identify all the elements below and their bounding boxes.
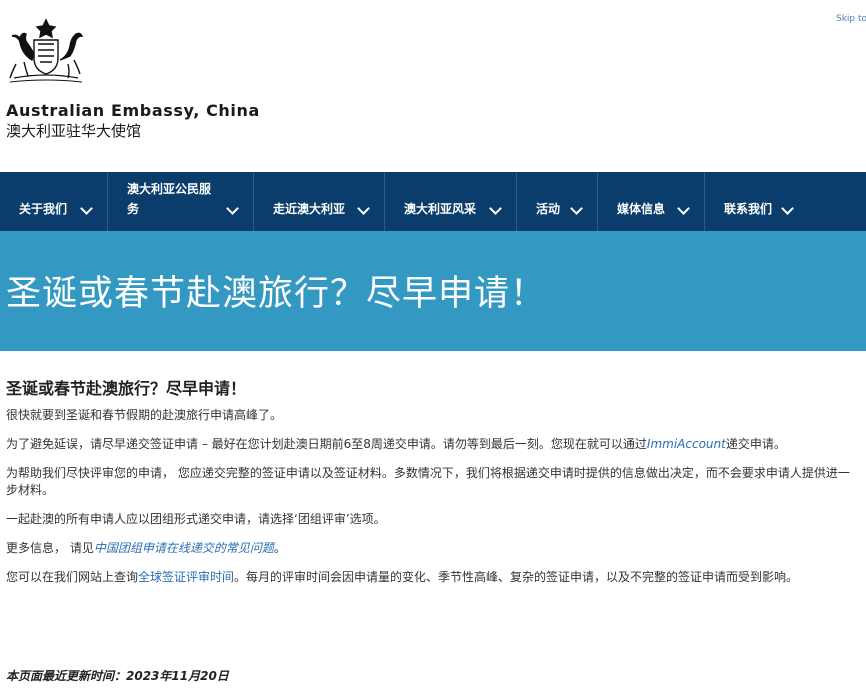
site-name[interactable]: Australian Embassy, China 澳大利亚驻华大使馆 xyxy=(6,101,260,141)
processing-times-link[interactable]: 全球签证评审时间 xyxy=(138,570,234,584)
nav-item-about-us[interactable]: 关于我们 xyxy=(0,172,108,231)
chevron-down-icon xyxy=(357,202,370,215)
immiaccount-link[interactable]: ImmiAccount xyxy=(647,437,726,451)
nav-item-media[interactable]: 媒体信息 xyxy=(598,172,705,231)
paragraph-text: 更多信息， 请见 xyxy=(6,541,94,555)
group-faq-link[interactable]: 中国团组申请在线递交的常见问题 xyxy=(94,541,274,555)
nav-item-contact-us[interactable]: 联系我们 xyxy=(705,172,808,231)
paragraph-text: 您可以在我们网站上查询 xyxy=(6,570,139,584)
chevron-down-icon xyxy=(781,202,794,215)
nav-item-australia-style[interactable]: 澳大利亚风采 xyxy=(385,172,517,231)
article-heading: 圣诞或春节赴澳旅行？尽早申请！ xyxy=(6,379,247,398)
nav-item-label: 联系我们 xyxy=(724,202,773,216)
nav-item-label: 澳大利亚风采 xyxy=(404,202,477,216)
nav-item-label: 澳大利亚公民服务 xyxy=(127,182,212,216)
paragraph-text: 。 xyxy=(273,541,286,555)
paragraph-text: 为了避免延误，请尽早递交签证申请 – 最好在您计划赴澳日期前6至8周递交申请。请… xyxy=(6,437,647,451)
chevron-down-icon xyxy=(80,202,93,215)
page-banner: 圣诞或春节赴澳旅行？尽早申请！ xyxy=(0,231,866,351)
main-navigation: 关于我们 澳大利亚公民服务 走近澳大利亚 澳大利亚风采 活动 媒体信息 联系我们 xyxy=(0,172,866,231)
nav-item-label: 走近澳大利亚 xyxy=(273,202,346,216)
paragraph-complete-application: 为帮助我们尽快评审您的申请， 您应递交完整的签证申请以及签证材料。多数情况下，我… xyxy=(6,466,850,497)
paragraph-processing-times: 您可以在我们网站上查询全球签证评审时间。每月的评审时间会因申请量的变化、季节性高… xyxy=(6,569,854,586)
nav-item-events[interactable]: 活动 xyxy=(517,172,598,231)
paragraph-apply-early: 为了避免延误，请尽早递交签证申请 – 最好在您计划赴澳日期前6至8周递交申请。请… xyxy=(6,436,854,453)
nav-item-label: 关于我们 xyxy=(19,202,68,216)
nav-item-label: 媒体信息 xyxy=(617,202,666,216)
chevron-down-icon xyxy=(489,202,502,215)
main-content: 圣诞或春节赴澳旅行？尽早申请！ 很快就要到圣诞和春节假期的赴澳旅行申请高峰了。 … xyxy=(6,380,854,598)
page-title: 圣诞或春节赴澳旅行？尽早申请！ xyxy=(6,274,547,314)
last-updated: 本页面最近更新时间：2023年11月20日 xyxy=(6,669,229,683)
coat-of-arms-icon xyxy=(9,18,84,83)
nav-item-citizen-services[interactable]: 澳大利亚公民服务 xyxy=(108,172,254,231)
paragraph-text: 。每月的评审时间会因申请量的变化、季节性高峰、复杂的签证申请，以及不完整的签证申… xyxy=(234,570,799,584)
chevron-down-icon xyxy=(677,202,690,215)
nav-item-explore-australia[interactable]: 走近澳大利亚 xyxy=(254,172,385,231)
paragraph-more-info: 更多信息， 请见中国团组申请在线递交的常见问题。 xyxy=(6,540,854,557)
nav-item-label: 活动 xyxy=(536,202,561,216)
paragraph-text: 递交申请。 xyxy=(725,437,786,451)
skip-to-content-link[interactable]: Skip to xyxy=(836,14,866,24)
paragraph-intro: 很快就要到圣诞和春节假期的赴澳旅行申请高峰了。 xyxy=(6,408,283,422)
site-name-english: Australian Embassy, China xyxy=(6,101,260,120)
chevron-down-icon xyxy=(226,202,239,215)
site-name-chinese: 澳大利亚驻华大使馆 xyxy=(6,122,142,140)
paragraph-group-lodgement: 一起赴澳的所有申请人应以团组形式递交申请，请选择‘团组评审’选项。 xyxy=(6,512,386,526)
chevron-down-icon xyxy=(570,202,583,215)
